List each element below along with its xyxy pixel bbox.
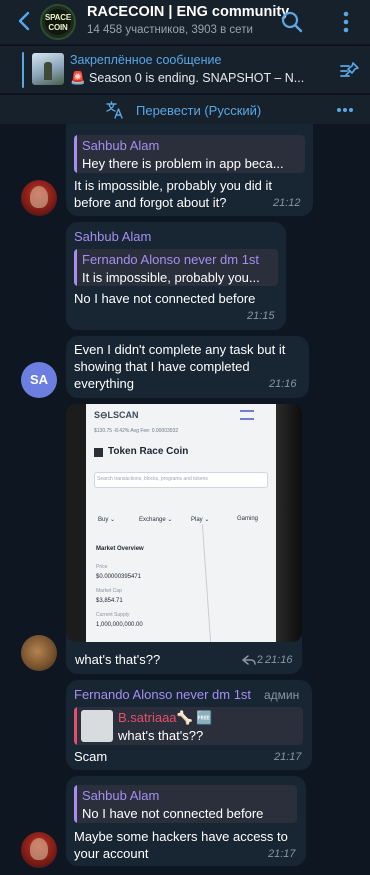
- photo-price-line: $130.75 -8.42% Avg Fee: 0.00003932: [94, 428, 179, 434]
- reply-author: Sahbub Alam: [82, 788, 160, 803]
- reply-text: what's that's??: [118, 728, 204, 743]
- message-text-line: It is impossible, probably you did it: [74, 178, 272, 193]
- pinned-title: Закреплённое сообщение: [70, 53, 222, 67]
- message-bubble[interactable]: Sahbub Alam No I have not connected befo…: [66, 776, 306, 866]
- reply-accent-bar: [74, 707, 77, 745]
- photo-token-title: Token Race Coin: [108, 446, 189, 457]
- search-icon[interactable]: [280, 10, 304, 34]
- photo-price-label: Price: [96, 564, 108, 570]
- pinned-text: 🚨 Season 0 is ending. SNAPSHOT – N...: [70, 71, 305, 85]
- more-options-icon[interactable]: [336, 10, 356, 34]
- sender-name[interactable]: Sahbub Alam: [74, 229, 151, 244]
- photo-price-value: $0.00000395471: [96, 574, 142, 580]
- message-time: 21:15: [247, 310, 275, 322]
- photo-brand: S⊖LSCAN: [94, 410, 139, 420]
- message-bubble[interactable]: Sahbub Alam Hey there is problem in app …: [66, 124, 313, 216]
- user-avatar[interactable]: [21, 180, 57, 216]
- reply-thumbnail: [81, 710, 113, 742]
- reply-preview[interactable]: B.satriaaa🦴 🆓 what's that's??: [74, 707, 303, 745]
- message-text-line: Maybe some hackers have access to: [74, 829, 288, 844]
- translate-button-label[interactable]: Перевести (Русский): [136, 103, 261, 118]
- chat-title[interactable]: RACECOIN | ENG community: [87, 4, 289, 20]
- sender-name[interactable]: Fernando Alonso never dm 1st: [74, 687, 251, 702]
- reply-preview[interactable]: Sahbub Alam No I have not connected befo…: [74, 785, 297, 823]
- photo-supply-label: Current Supply: [96, 612, 130, 618]
- pinned-indicator: [22, 52, 24, 88]
- user-avatar[interactable]: SA: [21, 362, 57, 398]
- message-text-line: your account: [74, 846, 149, 861]
- pinned-message-bar[interactable]: Закреплённое сообщение 🚨 Season 0 is end…: [0, 45, 370, 93]
- message-text-line: everything: [74, 376, 134, 391]
- reply-author: B.satriaaa🦴 🆓: [118, 710, 213, 725]
- message-text-line: before and forgot about it?: [74, 195, 227, 210]
- reply-count-icon[interactable]: [242, 655, 256, 665]
- user-avatar[interactable]: [21, 832, 57, 868]
- photo-attachment[interactable]: S⊖LSCAN $130.75 -8.42% Avg Fee: 0.000039…: [66, 404, 302, 642]
- message-time: 21:17: [274, 751, 302, 763]
- message-time: 21:17: [268, 848, 296, 860]
- photo-menu-icon: [240, 410, 254, 420]
- translate-bar[interactable]: Перевести (Русский): [0, 94, 370, 124]
- pinned-list-icon[interactable]: [338, 60, 360, 82]
- translate-icon: [106, 101, 123, 119]
- reply-accent-bar: [74, 785, 77, 823]
- translate-more-icon[interactable]: [336, 103, 354, 117]
- phone-screenshot: S⊖LSCAN $130.75 -8.42% Avg Fee: 0.000039…: [86, 404, 276, 642]
- photo-cap-label: Market Cap: [96, 588, 122, 594]
- user-avatar[interactable]: [21, 635, 57, 671]
- reply-text: No I have not connected before: [82, 806, 264, 821]
- photo-supply-value: 1,000,000,000.00: [96, 622, 143, 628]
- reply-accent-bar: [74, 135, 77, 173]
- photo-shadow: [276, 404, 302, 642]
- photo-menu-item: Play ⌄: [191, 517, 210, 523]
- message-text-line: what's that's??: [75, 652, 161, 667]
- chat-member-count: 14 458 участников, 3903 в сети: [87, 24, 253, 36]
- chat-avatar[interactable]: SPACE COIN: [40, 4, 76, 40]
- message-list[interactable]: Sahbub Alam Hey there is problem in app …: [0, 124, 370, 875]
- message-bubble[interactable]: Even I didn't complete any task but it s…: [66, 336, 309, 398]
- photo-search-placeholder: Search transactions, blocks, programs an…: [97, 476, 208, 482]
- back-arrow-icon[interactable]: [14, 10, 36, 32]
- message-text-line: No I have not connected before: [74, 291, 256, 306]
- reply-author: Sahbub Alam: [82, 138, 160, 153]
- message-time: 21:16: [269, 378, 297, 390]
- photo-menu-item: Buy ⌄: [98, 517, 116, 523]
- photo-overview-title: Market Overview: [96, 546, 144, 552]
- chat-header: SPACE COIN RACECOIN | ENG community 14 4…: [0, 0, 370, 44]
- reply-text: It is impossible, probably you...: [82, 270, 260, 285]
- message-text-line: showing that I have completed: [74, 359, 250, 374]
- reply-author: Fernando Alonso never dm 1st: [82, 252, 260, 267]
- reply-preview[interactable]: Sahbub Alam Hey there is problem in app …: [74, 135, 305, 173]
- message-time: 21:16: [265, 654, 293, 666]
- message-bubble[interactable]: Sahbub Alam Fernando Alonso never dm 1st…: [66, 222, 286, 330]
- photo-cap-value: $3,854.71: [96, 598, 123, 604]
- reply-count[interactable]: 2: [257, 654, 263, 666]
- message-text-line: Even I didn't complete any task but it: [74, 342, 286, 357]
- reply-accent-bar: [74, 249, 77, 286]
- message-bubble[interactable]: Fernando Alonso never dm 1st админ B.sat…: [66, 680, 312, 770]
- avatar-logo-text-top: SPACE: [45, 13, 71, 22]
- reply-text: Hey there is problem in app beca...: [82, 156, 284, 171]
- photo-menu-item: Exchange ⌄: [139, 517, 173, 523]
- avatar-logo-text-bottom: COIN: [48, 23, 68, 32]
- photo-menu-item: Gaming: [237, 516, 259, 522]
- admin-badge: админ: [264, 688, 300, 702]
- pinned-thumbnail: [32, 53, 64, 85]
- reply-preview[interactable]: Fernando Alonso never dm 1st It is impos…: [74, 249, 278, 286]
- message-text-line: Scam: [74, 749, 108, 764]
- message-time: 21:12: [273, 197, 301, 209]
- photo-token-icon: [94, 448, 103, 457]
- screen-crack: [201, 524, 212, 642]
